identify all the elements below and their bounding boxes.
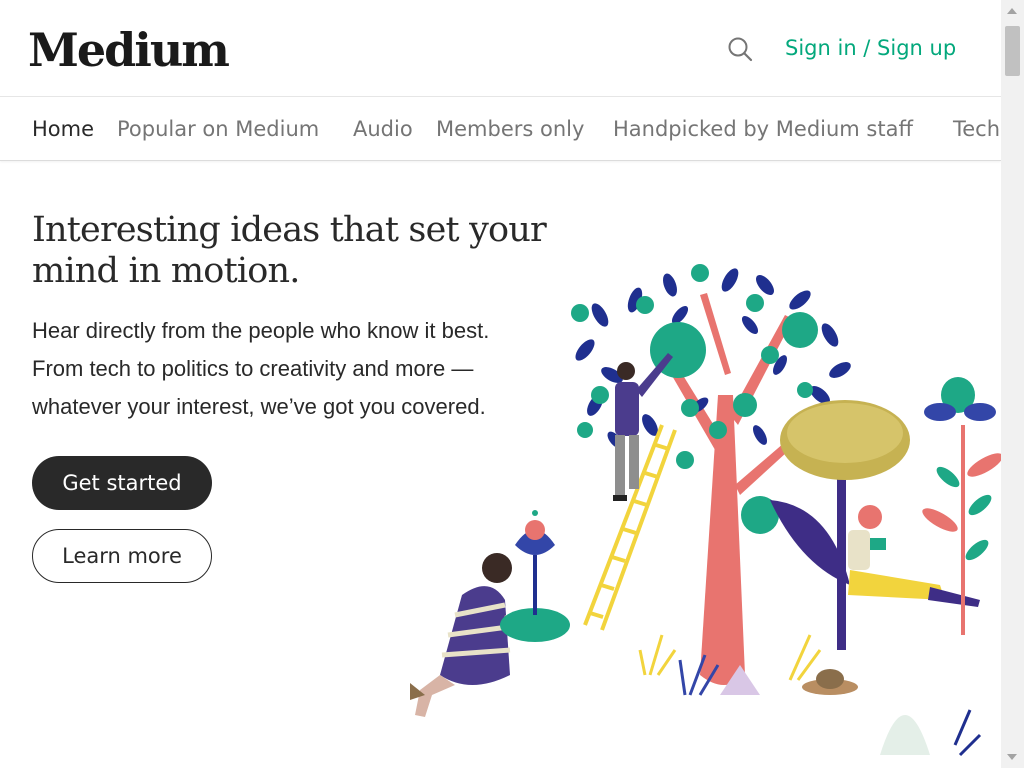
signin-signup-link[interactable]: Sign in / Sign up	[785, 34, 956, 62]
ground-plants	[638, 634, 982, 757]
nav-item-home[interactable]: Home	[32, 115, 94, 143]
nav-item-audio[interactable]: Audio	[353, 115, 413, 143]
hero-illustration	[410, 264, 1001, 757]
top-header: Medium Sign in / Sign up	[0, 0, 1001, 97]
scroll-down-arrow-icon[interactable]	[1007, 754, 1017, 760]
get-started-button[interactable]: Get started	[32, 456, 212, 510]
search-icon	[728, 37, 753, 62]
page-scrollbar[interactable]	[1001, 0, 1024, 768]
scrollbar-thumb[interactable]	[1005, 26, 1020, 76]
tree-branch	[700, 293, 731, 375]
small-plant	[500, 510, 570, 642]
woman-reading	[848, 505, 980, 607]
medium-logo[interactable]: Medium	[28, 22, 230, 78]
scroll-up-arrow-icon[interactable]	[1007, 8, 1017, 14]
topic-nav: Home Popular on Medium Audio Members onl…	[0, 97, 1001, 161]
nav-item-members-only[interactable]: Members only	[436, 115, 584, 143]
nav-item-tech[interactable]: Tech	[953, 115, 1000, 143]
learn-more-button[interactable]: Learn more	[32, 529, 212, 583]
nav-item-popular[interactable]: Popular on Medium	[117, 115, 319, 143]
page: Medium Sign in / Sign up Home Popular on…	[0, 0, 1001, 768]
nav-item-handpicked[interactable]: Handpicked by Medium staff	[613, 115, 913, 143]
search-button[interactable]	[724, 33, 756, 65]
tree-trunk	[700, 395, 745, 685]
